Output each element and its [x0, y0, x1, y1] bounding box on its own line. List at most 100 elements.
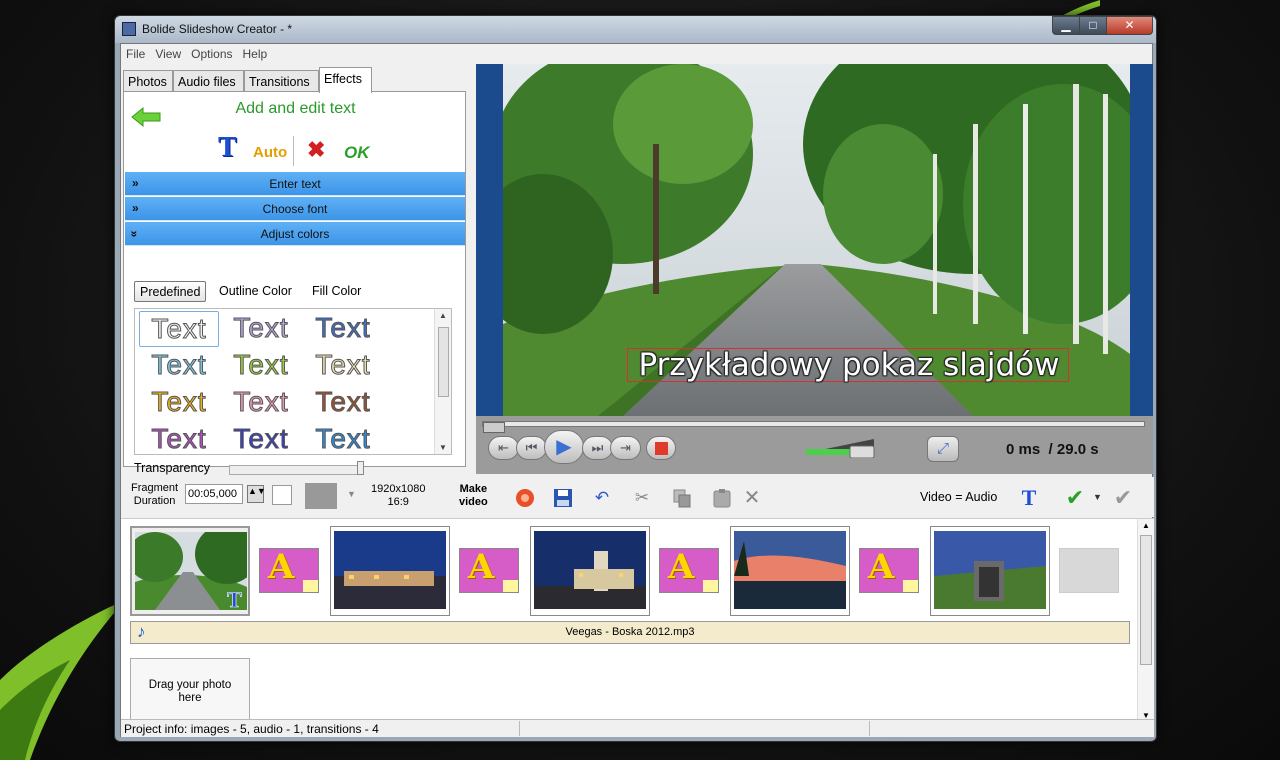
tab-transitions[interactable]: Transitions — [244, 70, 319, 92]
text-style-option[interactable]: Text — [303, 385, 383, 421]
text-style-option[interactable]: Text — [303, 422, 383, 455]
record-icon[interactable] — [514, 487, 536, 509]
text-style-option[interactable]: Text — [221, 348, 301, 384]
tab-predefined[interactable]: Predefined — [134, 281, 207, 302]
section-adjust-colors[interactable]: » Adjust colors — [125, 222, 465, 246]
fill-color-swatch[interactable] — [305, 483, 337, 509]
copy-icon[interactable] — [671, 487, 693, 509]
slide-thumbnail — [534, 531, 646, 609]
go-start-button[interactable]: ⇤ — [488, 436, 519, 460]
undo-icon[interactable]: ↶ — [591, 487, 613, 509]
go-end-button[interactable]: ⇥ — [610, 436, 641, 460]
drag-hint-line: Drag your photo — [148, 679, 232, 691]
next-frame-button[interactable]: ⏭ — [582, 436, 613, 460]
timeline-transition[interactable]: A — [259, 547, 319, 593]
scroll-up-icon: ▲ — [1142, 521, 1150, 530]
timeline-slide[interactable] — [930, 526, 1050, 616]
fragment-duration-label: Fragment Duration — [131, 482, 178, 508]
timeline-scrollbar[interactable]: ▲ ▼ — [1137, 519, 1154, 722]
text-style-option[interactable]: Text — [221, 311, 301, 347]
maximize-button[interactable]: □ — [1079, 16, 1107, 35]
text-style-option[interactable]: Text — [221, 422, 301, 455]
fragment-duration-input[interactable] — [185, 484, 243, 504]
scroll-thumb[interactable] — [1140, 535, 1152, 665]
cut-icon[interactable]: ✂ — [631, 487, 653, 509]
timeline-slide[interactable]: T — [130, 526, 250, 616]
video-equals-audio-button[interactable]: Video = Audio — [920, 490, 997, 504]
volume-slider[interactable] — [804, 436, 876, 458]
save-icon[interactable] — [552, 487, 574, 509]
menu-view[interactable]: View — [150, 44, 186, 61]
slide-thumbnail: T — [135, 532, 247, 610]
close-button[interactable]: ✕ — [1106, 16, 1153, 35]
preview-caption: Przykładowy pokaz slajdów — [638, 347, 1060, 383]
text-style-option[interactable]: Text — [139, 422, 219, 455]
section-enter-text[interactable]: » Enter text — [125, 172, 465, 196]
tab-effects[interactable]: Effects — [319, 67, 372, 93]
text-icon[interactable]: T — [1018, 487, 1040, 509]
text-style-option[interactable]: Text — [303, 311, 383, 347]
apply-icon[interactable]: ✔ — [1064, 487, 1086, 509]
text-style-option[interactable]: Text — [139, 385, 219, 421]
tab-audio-files[interactable]: Audio files — [173, 70, 244, 92]
preview-photo: Przykładowy pokaz slajdów — [503, 64, 1130, 416]
status-bar: Project info: images - 5, audio - 1, tra… — [121, 719, 1154, 737]
seek-bar[interactable] — [482, 421, 1145, 433]
transparency-slider[interactable] — [229, 465, 364, 475]
menu-help[interactable]: Help — [238, 44, 273, 61]
paste-icon[interactable] — [711, 487, 733, 509]
section-label: Choose font — [262, 202, 328, 216]
timeline-transition[interactable]: A — [659, 547, 719, 593]
stop-button[interactable] — [646, 436, 676, 460]
cancel-button[interactable]: ✖ — [307, 137, 325, 163]
timeline-transition[interactable]: A — [859, 547, 919, 593]
text-style-option[interactable]: Text — [139, 311, 219, 347]
dropdown-arrow-icon[interactable]: ▼ — [347, 489, 356, 499]
ok-button[interactable]: OK — [344, 143, 370, 163]
add-text-button[interactable]: T — [218, 132, 237, 164]
fullscreen-button[interactable]: ⤢ — [927, 436, 959, 462]
timeline-slide[interactable] — [330, 526, 450, 616]
timeline-slide[interactable] — [530, 526, 650, 616]
svg-text:T: T — [227, 587, 242, 610]
audio-track[interactable]: ♪ Veegas - Boska 2012.mp3 — [130, 621, 1130, 644]
duration-spinner[interactable]: ▲▼ — [247, 485, 266, 503]
tab-photos[interactable]: Photos — [123, 70, 173, 92]
tab-fill-color[interactable]: Fill Color — [307, 281, 366, 302]
background-color-swatch[interactable] — [272, 485, 292, 505]
prev-frame-button[interactable]: ⏮ — [516, 436, 547, 460]
text-style-option[interactable]: Text — [139, 348, 219, 384]
dropdown-arrow-icon[interactable]: ▼ — [1093, 492, 1102, 502]
drag-photo-slot[interactable]: Drag your photo here — [130, 658, 250, 722]
auto-button[interactable]: Auto — [253, 144, 287, 161]
menu-options[interactable]: Options — [186, 44, 237, 61]
scroll-thumb[interactable] — [438, 327, 449, 397]
player-controls: ⇤ ⏮ ▶ ⏭ ⇥ ⤢ 0 ms / 29.0 s — [476, 416, 1153, 474]
timeline-toolbar: Fragment Duration ▲▼ ▼ 1920x1080 16:9 Ma… — [121, 477, 1154, 517]
grid-scrollbar[interactable]: ▲ ▼ — [434, 309, 451, 454]
timeline-slide[interactable] — [730, 526, 850, 616]
text-style-option[interactable]: Text — [303, 348, 383, 384]
text-style-grid: ▲ ▼ Text Text Text Text Text Text Text Text Text… — [134, 308, 452, 455]
empty-transition-slot[interactable] — [1059, 548, 1119, 593]
transition-corner — [703, 580, 718, 592]
aspect-ratio: 16:9 — [387, 496, 409, 508]
tab-outline-color[interactable]: Outline Color — [214, 281, 297, 302]
timeline: T A A A A ♪ Veegas - Boska 2012.mp3 Drag… — [121, 518, 1154, 722]
text-style-option[interactable]: Text — [221, 385, 301, 421]
delete-icon[interactable]: ✕ — [741, 487, 763, 509]
menu-file[interactable]: File — [121, 44, 150, 61]
resolution-display[interactable]: 1920x1080 16:9 — [371, 483, 425, 509]
transparency-slider-thumb[interactable] — [357, 461, 364, 475]
apply-all-icon[interactable]: ✔ — [1112, 487, 1134, 509]
timeline-transition[interactable]: A — [459, 547, 519, 593]
make-video-label[interactable]: Make video — [459, 483, 488, 509]
section-choose-font[interactable]: » Choose font — [125, 197, 465, 221]
play-button[interactable]: ▶ — [544, 430, 584, 464]
seek-thumb[interactable] — [483, 422, 505, 433]
transition-label: A — [668, 547, 695, 587]
minimize-button[interactable]: ▁ — [1052, 16, 1080, 35]
section-label: Enter text — [269, 177, 321, 191]
slide-thumbnail — [734, 531, 846, 609]
label-line: video — [459, 496, 488, 508]
